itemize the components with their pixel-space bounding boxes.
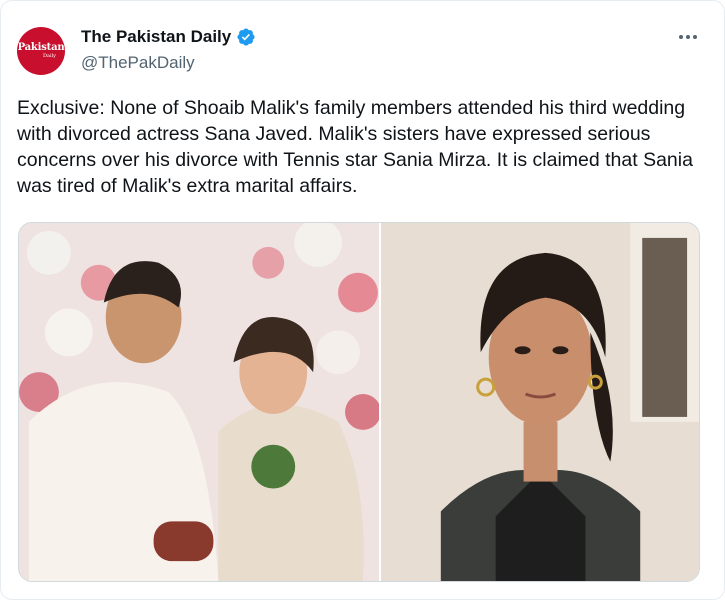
media-grid	[18, 222, 700, 582]
tweet-text: Exclusive: None of Shoaib Malik's family…	[17, 97, 693, 197]
avatar-logo-text: Pakistan	[17, 42, 65, 53]
avatar[interactable]: Pakistan Daily	[17, 27, 65, 75]
wedding-couple-photo[interactable]	[19, 223, 379, 581]
author-display-name[interactable]: The Pakistan Daily	[81, 27, 231, 47]
verified-badge-icon	[236, 27, 256, 47]
more-options-icon[interactable]	[676, 27, 700, 47]
author-name-row: The Pakistan Daily	[81, 27, 256, 47]
avatar-logo-sub: Daily	[42, 53, 56, 59]
author-handle[interactable]: @ThePakDaily	[81, 53, 195, 73]
woman-portrait-photo[interactable]	[378, 223, 699, 581]
tweet-card[interactable]: Pakistan Daily The Pakistan Daily @ThePa…	[0, 0, 725, 600]
